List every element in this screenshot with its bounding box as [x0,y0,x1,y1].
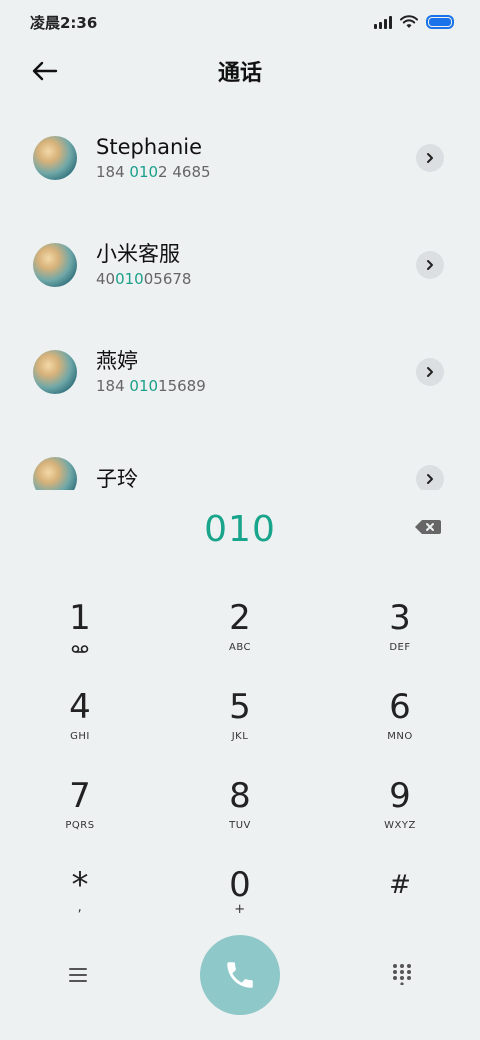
dialpad-icon [393,964,411,986]
dialpad-toggle-button[interactable] [391,963,413,986]
contact-detail-button[interactable] [416,251,444,279]
menu-button[interactable] [66,963,90,987]
number-match-highlight: 010 [129,376,159,395]
avatar [33,349,77,394]
chevron-right-icon [427,367,433,377]
key-letters: MNO [387,731,413,742]
signal-icon [374,15,392,29]
key-letters: ABC [228,642,251,653]
key-star[interactable]: * , [0,857,160,946]
phone-icon [227,962,253,988]
contact-name: 子玲 [96,466,138,491]
contact-suggestion-list: Stephanie 184 0102 4685 小米客服 4001005678 … [0,104,480,490]
key-digit: 9 [389,776,411,816]
key-digit: 3 [389,598,411,638]
key-letters: GHI [70,731,90,742]
key-0[interactable]: 0 + [160,857,320,946]
key-4[interactable]: 4 GHI [0,679,160,768]
key-3[interactable]: 3 DEF [320,590,480,679]
key-digit: # [389,870,411,900]
avatar [33,456,77,490]
status-icons [374,15,454,29]
key-digit: 6 [389,687,411,727]
key-7[interactable]: 7 PQRS [0,768,160,857]
contact-name: 小米客服 [96,241,180,266]
wifi-icon [400,15,418,28]
key-digit: 5 [229,687,251,727]
key-letters: + [234,902,246,917]
contact-detail-button[interactable] [416,144,444,172]
key-1[interactable]: 1 [0,590,160,679]
chevron-right-icon [427,153,433,163]
contact-number: 184 0102 4685 [96,162,211,181]
back-button[interactable] [30,56,60,86]
number-match-highlight: 010 [115,269,144,288]
status-bar: 凌晨2:36 [0,0,480,44]
status-time: 凌晨2:36 [30,13,98,32]
contact-number: 184 01015689 [96,376,206,395]
key-digit: 2 [229,598,251,638]
chevron-right-icon [427,260,433,270]
header: 通话 [0,44,480,98]
dial-display: 010 [0,500,480,558]
key-letters: WXYZ [384,820,416,831]
key-letters: DEF [389,642,411,653]
key-letters: JKL [231,731,249,742]
key-digit: 0 [229,865,251,905]
backspace-icon [415,520,441,534]
chevron-right-icon [427,474,433,484]
page-title: 通话 [217,61,262,86]
bottom-bar [0,935,480,1015]
contact-detail-button[interactable] [416,465,444,490]
keypad: 1 2 ABC 3 DEF 4 GHI 5 JKL 6 MNO 7 PQRS 8… [0,590,480,946]
contact-number: 4001005678 [96,269,192,288]
key-digit: 7 [69,776,91,816]
key-8[interactable]: 8 TUV [160,768,320,857]
avatar [33,242,77,287]
key-digit: 1 [69,598,91,638]
key-2[interactable]: 2 ABC [160,590,320,679]
key-digit: 8 [229,776,251,816]
back-arrow-icon [32,61,58,81]
contact-detail-button[interactable] [416,358,444,386]
contact-name: 燕婷 [96,348,138,373]
dialed-number: 010 [204,508,276,550]
contact-row[interactable]: Stephanie 184 0102 4685 [0,104,480,211]
contact-name: Stephanie [96,134,203,159]
key-digit: * [71,865,89,905]
key-letters: , [77,900,83,915]
battery-icon [426,15,454,29]
key-letters: PQRS [65,820,95,831]
key-6[interactable]: 6 MNO [320,679,480,768]
avatar [33,135,77,180]
key-5[interactable]: 5 JKL [160,679,320,768]
menu-icon [69,968,87,982]
key-9[interactable]: 9 WXYZ [320,768,480,857]
number-match-highlight: 010 [129,162,159,181]
voicemail-icon [71,645,89,653]
backspace-button[interactable] [414,517,442,537]
key-digit: 4 [69,687,91,727]
key-hash[interactable]: # [320,857,480,946]
contact-row[interactable]: 燕婷 184 01015689 [0,318,480,425]
key-letters: TUV [229,820,251,831]
contact-row[interactable]: 小米客服 4001005678 [0,211,480,318]
call-button[interactable] [200,935,280,1015]
contact-row[interactable]: 子玲 [0,425,480,490]
